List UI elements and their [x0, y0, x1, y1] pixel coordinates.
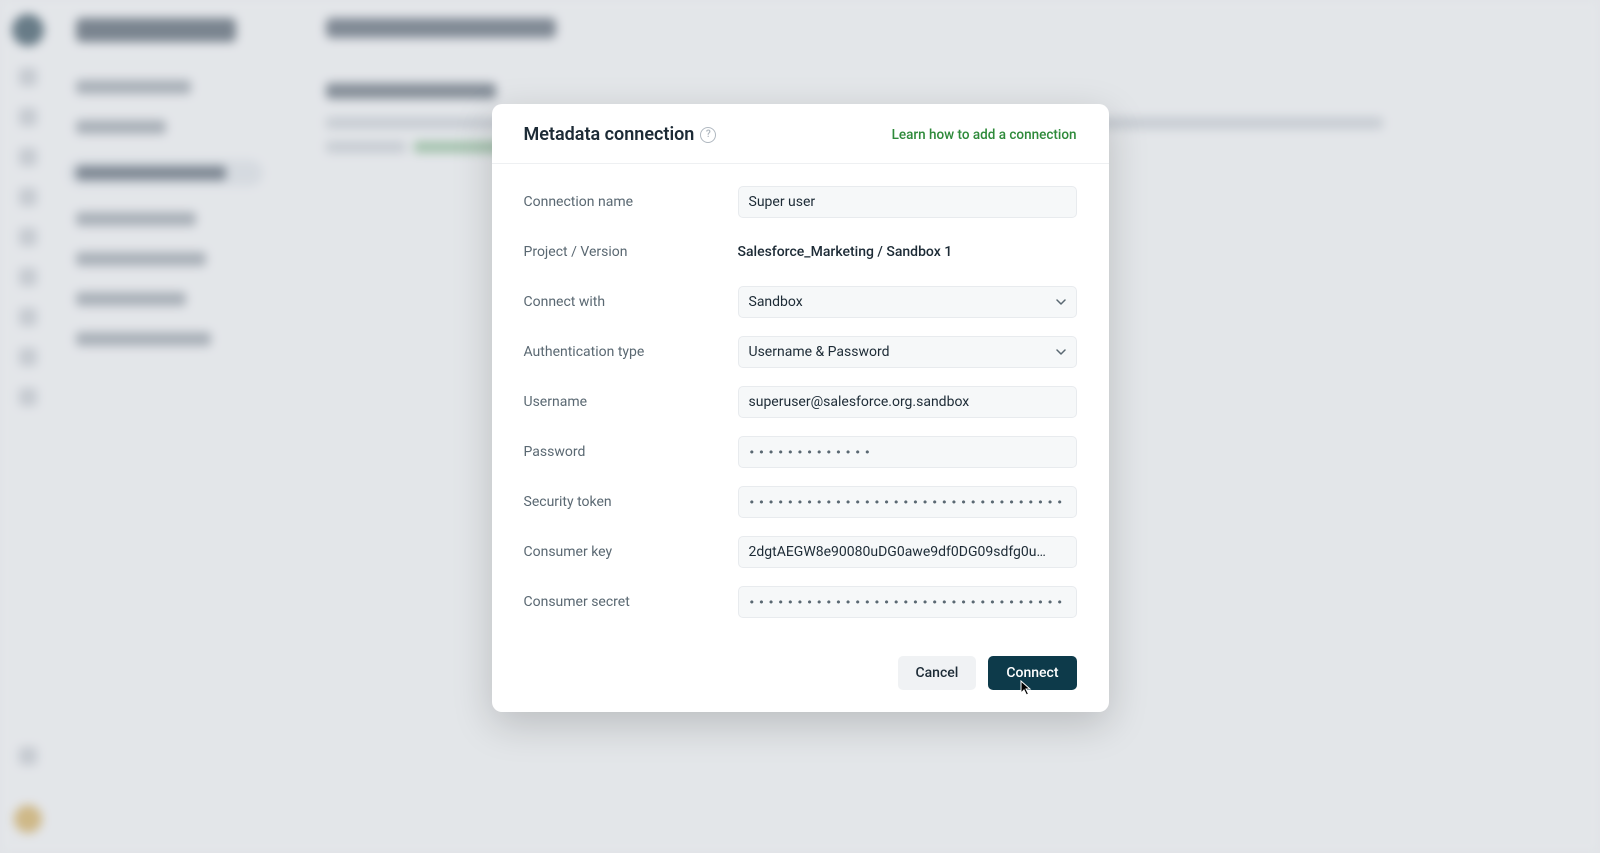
- auth-type-label: Authentication type: [524, 344, 738, 360]
- auth-type-value: Username & Password: [749, 344, 890, 360]
- connect-button[interactable]: Connect: [988, 656, 1076, 690]
- learn-how-link[interactable]: Learn how to add a connection: [892, 127, 1077, 143]
- modal-title: Metadata connection: [524, 124, 695, 145]
- modal-header: Metadata connection ? Learn how to add a…: [492, 104, 1109, 164]
- modal-footer: Cancel Connect: [492, 644, 1109, 712]
- metadata-connection-modal: Metadata connection ? Learn how to add a…: [492, 104, 1109, 712]
- password-label: Password: [524, 444, 738, 460]
- modal-overlay: Metadata connection ? Learn how to add a…: [0, 0, 1600, 853]
- consumer-secret-label: Consumer secret: [524, 594, 738, 610]
- connection-name-input[interactable]: [738, 186, 1077, 218]
- connect-with-value: Sandbox: [749, 294, 803, 310]
- connect-with-label: Connect with: [524, 294, 738, 310]
- password-input[interactable]: [738, 436, 1077, 468]
- help-icon[interactable]: ?: [700, 127, 716, 143]
- consumer-key-label: Consumer key: [524, 544, 738, 560]
- project-version-label: Project / Version: [524, 244, 738, 260]
- modal-body: Connection name Project / Version Salesf…: [492, 164, 1109, 644]
- username-input[interactable]: [738, 386, 1077, 418]
- connect-with-select[interactable]: Sandbox: [738, 286, 1077, 318]
- consumer-key-input[interactable]: [738, 536, 1077, 568]
- security-token-input[interactable]: [738, 486, 1077, 518]
- chevron-down-icon: [1056, 297, 1066, 307]
- username-label: Username: [524, 394, 738, 410]
- security-token-label: Security token: [524, 494, 738, 510]
- consumer-secret-input[interactable]: [738, 586, 1077, 618]
- connection-name-label: Connection name: [524, 194, 738, 210]
- auth-type-select[interactable]: Username & Password: [738, 336, 1077, 368]
- chevron-down-icon: [1056, 347, 1066, 357]
- project-version-value: Salesforce_Marketing / Sandbox 1: [738, 244, 953, 260]
- cancel-button[interactable]: Cancel: [898, 656, 977, 690]
